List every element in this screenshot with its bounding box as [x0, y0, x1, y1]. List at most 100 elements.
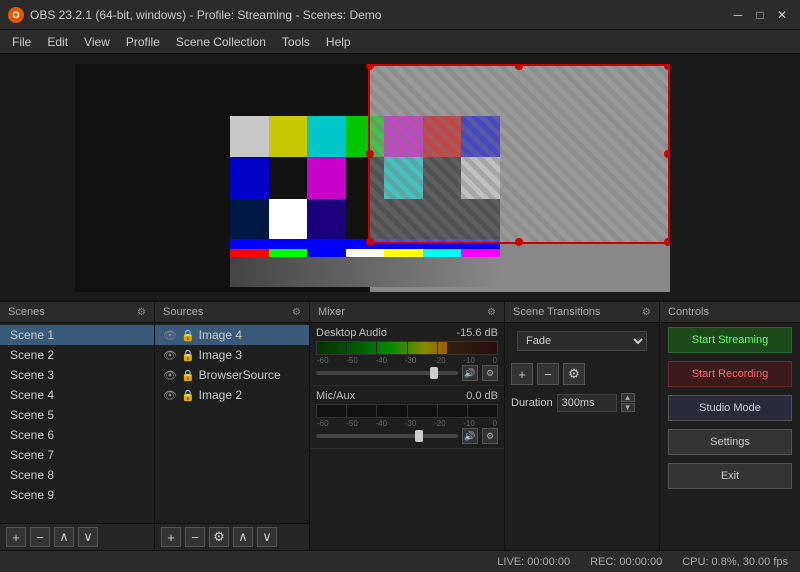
transitions-panel-header: Scene Transitions ⚙ [505, 302, 659, 323]
window-title: OBS 23.2.1 (64-bit, windows) - Profile: … [30, 8, 726, 22]
mixer-settings-icon[interactable]: ⚙ [487, 307, 496, 318]
source-item[interactable]: 👁 🔒 Image 2 [155, 385, 309, 405]
sources-up-button[interactable]: ∧ [233, 527, 253, 547]
duration-spinbox: ▲ ▼ [621, 393, 635, 412]
source-item[interactable]: 👁 🔒 Image 3 [155, 345, 309, 365]
transition-type-select[interactable]: Fade Cut Swipe Slide Stinger [517, 331, 647, 351]
sources-settings-icon[interactable]: ⚙ [292, 307, 301, 318]
controls-panel: Controls Start Streaming Start Recording… [660, 302, 800, 550]
transition-config-button[interactable]: ⚙ [563, 363, 585, 385]
scene-transitions-panel: Scene Transitions ⚙ Fade Cut Swipe Slide… [505, 302, 660, 550]
minimize-button[interactable]: ─ [728, 5, 748, 25]
sources-panel: Sources ⚙ 👁 🔒 Image 4 👁 🔒 Image 3 👁 🔒 Br… [155, 302, 310, 550]
app-icon: O [8, 7, 24, 23]
cpu-status: CPU: 0.8%, 30.00 fps [682, 556, 788, 568]
sources-add-button[interactable]: + [161, 527, 181, 547]
scenes-settings-icon[interactable]: ⚙ [137, 307, 146, 318]
source-item[interactable]: 👁 🔒 Image 4 [155, 325, 309, 345]
transitions-label: Scene Transitions [513, 306, 600, 318]
sources-remove-button[interactable]: − [185, 527, 205, 547]
scene-item[interactable]: Scene 7 [0, 445, 154, 465]
scenes-remove-button[interactable]: − [30, 527, 50, 547]
controls-panel-header: Controls [660, 302, 800, 323]
scene-item[interactable]: Scene 6 [0, 425, 154, 445]
menu-view[interactable]: View [76, 33, 118, 51]
transition-add-button[interactable]: + [511, 363, 533, 385]
sources-list: 👁 🔒 Image 4 👁 🔒 Image 3 👁 🔒 BrowserSourc… [155, 323, 309, 523]
exit-button[interactable]: Exit [668, 463, 792, 489]
source-item[interactable]: 👁 🔒 BrowserSource [155, 365, 309, 385]
studio-mode-button[interactable]: Studio Mode [668, 395, 792, 421]
scenes-add-button[interactable]: + [6, 527, 26, 547]
preview-canvas[interactable] [75, 64, 670, 292]
lock-icon[interactable]: 🔒 [181, 389, 195, 402]
transition-add-remove: + − ⚙ [505, 359, 659, 389]
desktop-audio-fader[interactable] [316, 371, 458, 375]
scenes-up-button[interactable]: ∧ [54, 527, 74, 547]
transition-remove-button[interactable]: − [537, 363, 559, 385]
scenes-panel-header: Scenes ⚙ [0, 302, 154, 323]
sources-down-button[interactable]: ∨ [257, 527, 277, 547]
settings-button[interactable]: Settings [668, 429, 792, 455]
db-scale: -60-50-40-30-20-100 [316, 356, 498, 365]
source-name: Image 2 [199, 388, 242, 402]
desktop-audio-name: Desktop Audio -15.6 dB [316, 327, 498, 339]
eye-icon[interactable]: 👁 [163, 369, 177, 382]
mic-aux-fader[interactable] [316, 434, 458, 438]
scene-item[interactable]: Scene 3 [0, 365, 154, 385]
mic-mute-button[interactable]: 🔊 [462, 428, 478, 444]
fader-thumb[interactable] [415, 430, 423, 442]
live-status: LIVE: 00:00:00 [497, 556, 570, 568]
desktop-audio-meter [316, 341, 498, 355]
menu-help[interactable]: Help [318, 33, 359, 51]
menu-bar: File Edit View Profile Scene Collection … [0, 30, 800, 54]
fader-thumb[interactable] [430, 367, 438, 379]
scenes-label: Scenes [8, 306, 45, 318]
desktop-audio-fader-row: 🔊 ⚙ [316, 365, 498, 381]
duration-input[interactable] [557, 394, 617, 412]
start-recording-button[interactable]: Start Recording [668, 361, 792, 387]
status-bar: LIVE: 00:00:00 REC: 00:00:00 CPU: 0.8%, … [0, 550, 800, 572]
menu-file[interactable]: File [4, 33, 39, 51]
close-button[interactable]: ✕ [772, 5, 792, 25]
rec-status: REC: 00:00:00 [590, 556, 662, 568]
mic-aux-track: Mic/Aux 0.0 dB -60-50-40-30-20-100 [310, 386, 504, 449]
sources-panel-header: Sources ⚙ [155, 302, 309, 323]
lock-icon[interactable]: 🔒 [181, 369, 195, 382]
menu-tools[interactable]: Tools [274, 33, 318, 51]
mixer-label: Mixer [318, 306, 345, 318]
mic-config-button[interactable]: ⚙ [482, 428, 498, 444]
scene-item[interactable]: Scene 8 [0, 465, 154, 485]
eye-icon[interactable]: 👁 [163, 329, 177, 342]
duration-down-arrow[interactable]: ▼ [621, 403, 635, 412]
scenes-down-button[interactable]: ∨ [78, 527, 98, 547]
scenes-list: Scene 1 Scene 2 Scene 3 Scene 4 Scene 5 … [0, 323, 154, 523]
lock-icon[interactable]: 🔒 [181, 329, 195, 342]
menu-edit[interactable]: Edit [39, 33, 76, 51]
preview-area [0, 54, 800, 302]
maximize-button[interactable]: □ [750, 5, 770, 25]
menu-profile[interactable]: Profile [118, 33, 168, 51]
controls-label: Controls [668, 306, 709, 318]
mic-aux-meter [316, 404, 498, 418]
sources-settings-button[interactable]: ⚙ [209, 527, 229, 547]
scene-item[interactable]: Scene 5 [0, 405, 154, 425]
eye-icon[interactable]: 👁 [163, 389, 177, 402]
eye-icon[interactable]: 👁 [163, 349, 177, 362]
mixer-config-button[interactable]: ⚙ [482, 365, 498, 381]
scene-item[interactable]: Scene 1 [0, 325, 154, 345]
mute-button[interactable]: 🔊 [462, 365, 478, 381]
db-scale: -60-50-40-30-20-100 [316, 419, 498, 428]
start-streaming-button[interactable]: Start Streaming [668, 327, 792, 353]
scenes-panel: Scenes ⚙ Scene 1 Scene 2 Scene 3 Scene 4… [0, 302, 155, 550]
lock-icon[interactable]: 🔒 [181, 349, 195, 362]
menu-scene-collection[interactable]: Scene Collection [168, 33, 274, 51]
duration-up-arrow[interactable]: ▲ [621, 393, 635, 402]
title-bar: O OBS 23.2.1 (64-bit, windows) - Profile… [0, 0, 800, 30]
desktop-audio-track: Desktop Audio -15.6 dB -60-50-40-30- [310, 323, 504, 386]
scene-item[interactable]: Scene 2 [0, 345, 154, 365]
transitions-settings-icon[interactable]: ⚙ [642, 307, 651, 318]
scene-item[interactable]: Scene 4 [0, 385, 154, 405]
scene-item[interactable]: Scene 9 [0, 485, 154, 505]
mic-aux-db: 0.0 dB [466, 390, 498, 402]
